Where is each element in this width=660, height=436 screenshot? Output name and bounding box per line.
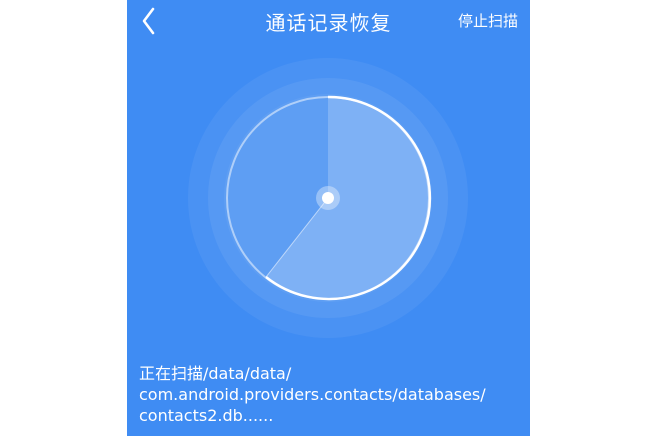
scan-status-line-1: 正在扫描/data/data/ [139,364,292,383]
scan-screen: 通话记录恢复 停止扫描 正在扫描/data/data/ com.android.… [127,0,530,436]
scan-status-line-3: contacts2.db...... [139,406,274,425]
scan-status-line-2: com.android.providers.contacts/databases… [139,385,486,404]
radar-center-dot [322,192,334,204]
scan-status-text: 正在扫描/data/data/ com.android.providers.co… [139,363,524,426]
